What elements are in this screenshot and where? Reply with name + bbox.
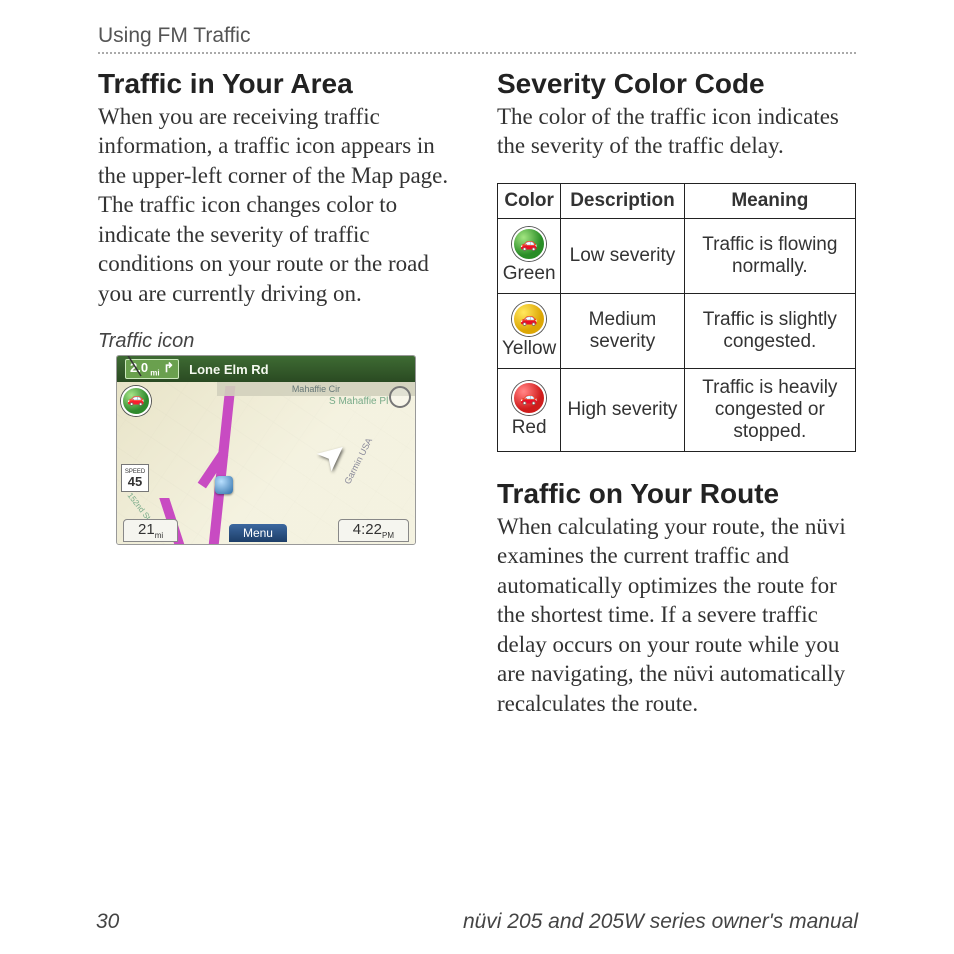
cell-color: Red xyxy=(498,368,561,451)
page-footer: 30 nüvi 205 and 205W series owner's manu… xyxy=(96,910,858,934)
speed-value: 45 xyxy=(128,475,142,488)
th-meaning: Meaning xyxy=(684,183,855,218)
table-row: Green Low severity Traffic is flowing no… xyxy=(498,218,856,293)
map-screenshot: ➤ S Mahaffie Pl Garmin USA 2.0 mi ↱ Lone… xyxy=(116,355,416,545)
traffic-icon xyxy=(121,386,151,416)
heading-traffic-area: Traffic in Your Area xyxy=(98,68,457,100)
cell-mean: Traffic is slightly congested. xyxy=(684,293,855,368)
heading-route: Traffic on Your Route xyxy=(497,478,856,510)
th-color: Color xyxy=(498,183,561,218)
table-header-row: Color Description Meaning xyxy=(498,183,856,218)
figure-caption: Traffic icon xyxy=(98,330,457,353)
map-left-info: 21mi xyxy=(123,519,178,542)
content-columns: Traffic in Your Area When you are receiv… xyxy=(98,68,856,718)
car-icon xyxy=(215,476,233,494)
para-route: When calculating your route, the nüvi ex… xyxy=(497,512,856,718)
cell-color: Yellow xyxy=(498,293,561,368)
color-label: Green xyxy=(503,263,556,284)
severity-yellow-icon xyxy=(512,302,546,336)
para-traffic-area: When you are receiving traffic informati… xyxy=(98,102,457,308)
right-column: Severity Color Code The color of the tra… xyxy=(497,68,856,718)
th-desc: Description xyxy=(561,183,684,218)
table-row: Red High severity Traffic is heavily con… xyxy=(498,368,856,451)
heading-severity: Severity Color Code xyxy=(497,68,856,100)
map-menu-button[interactable]: Menu xyxy=(229,524,287,542)
map-right-info: 4:22PM xyxy=(338,519,409,542)
map-top-bar: 2.0 mi ↱ Lone Elm Rd xyxy=(117,356,415,382)
map-bottom-bar: 21mi Menu 4:22PM xyxy=(117,518,415,544)
page-number: 30 xyxy=(96,910,119,934)
cell-color: Green xyxy=(498,218,561,293)
color-label: Yellow xyxy=(502,338,556,359)
layers-icon xyxy=(389,386,411,408)
map-road-name: Lone Elm Rd xyxy=(189,362,268,377)
para-severity: The color of the traffic icon indicates … xyxy=(497,102,856,161)
cell-desc: Low severity xyxy=(561,218,684,293)
left-column: Traffic in Your Area When you are receiv… xyxy=(98,68,457,718)
cell-mean: Traffic is flowing normally. xyxy=(684,218,855,293)
turn-arrow-icon: ↱ xyxy=(163,360,174,375)
severity-red-icon xyxy=(512,381,546,415)
pointer-line-icon xyxy=(125,355,147,380)
severity-table: Color Description Meaning Green Low seve… xyxy=(497,183,856,452)
map-cross-road-label: S Mahaffie Pl xyxy=(329,396,388,407)
speed-limit-sign: SPEED 45 xyxy=(121,464,149,492)
cell-desc: Medium severity xyxy=(561,293,684,368)
cell-desc: High severity xyxy=(561,368,684,451)
breadcrumb: Using FM Traffic xyxy=(98,24,856,54)
table-row: Yellow Medium severity Traffic is slight… xyxy=(498,293,856,368)
map-sub-road: Mahaffie Cir xyxy=(217,382,415,396)
cell-mean: Traffic is heavily congested or stopped. xyxy=(684,368,855,451)
severity-green-icon xyxy=(512,227,546,261)
manual-title: nüvi 205 and 205W series owner's manual xyxy=(463,910,858,934)
color-label: Red xyxy=(512,417,547,438)
